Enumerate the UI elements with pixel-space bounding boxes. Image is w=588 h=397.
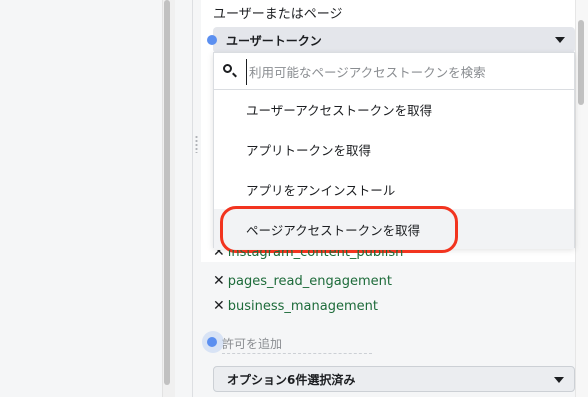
remove-icon[interactable]: ✕ xyxy=(213,273,225,289)
permission-item: ✕ instagram_content_publish xyxy=(213,250,403,260)
add-permission-input[interactable]: 許可を追加 xyxy=(222,333,372,354)
menu-item-get-user-token[interactable]: ユーザーアクセストークンを取得 xyxy=(214,89,574,129)
resize-handle-icon[interactable] xyxy=(195,135,198,153)
panel-divider xyxy=(192,0,193,397)
token-type-select[interactable]: ユーザートークン xyxy=(213,27,575,53)
permission-item: ✕ business_management xyxy=(213,296,378,316)
menu-item-get-app-token[interactable]: アプリトークンを取得 xyxy=(214,129,574,169)
permission-label: business_management xyxy=(227,298,378,314)
menu-item-uninstall-app[interactable]: アプリをアンインストール xyxy=(214,169,574,209)
right-scrollbar-thumb[interactable] xyxy=(578,20,584,105)
token-type-selected-value: ユーザートークン xyxy=(226,33,322,48)
user-or-page-label: ユーザーまたはページ xyxy=(213,7,343,22)
page-token-search-input[interactable] xyxy=(246,59,551,85)
step-indicator-dot xyxy=(207,35,217,45)
options-selected-value: オプション6件選択済み xyxy=(227,372,356,387)
dropdown-search-row xyxy=(214,53,574,90)
left-panel xyxy=(0,0,162,397)
permission-label: pages_read_engagement xyxy=(227,273,392,289)
permission-item: ✕ pages_read_engagement xyxy=(213,271,392,291)
chevron-down-icon xyxy=(555,37,565,43)
permission-label: instagram_content_publish xyxy=(227,250,404,260)
remove-icon[interactable]: ✕ xyxy=(213,298,225,314)
remove-icon[interactable]: ✕ xyxy=(213,250,225,260)
options-select[interactable]: オプション6件選択済み xyxy=(213,366,575,392)
search-icon xyxy=(223,64,232,73)
chevron-down-icon xyxy=(554,377,564,383)
step-indicator-dot xyxy=(207,337,217,347)
left-scrollbar-thumb[interactable] xyxy=(164,0,170,385)
highlight-annotation xyxy=(220,206,458,253)
